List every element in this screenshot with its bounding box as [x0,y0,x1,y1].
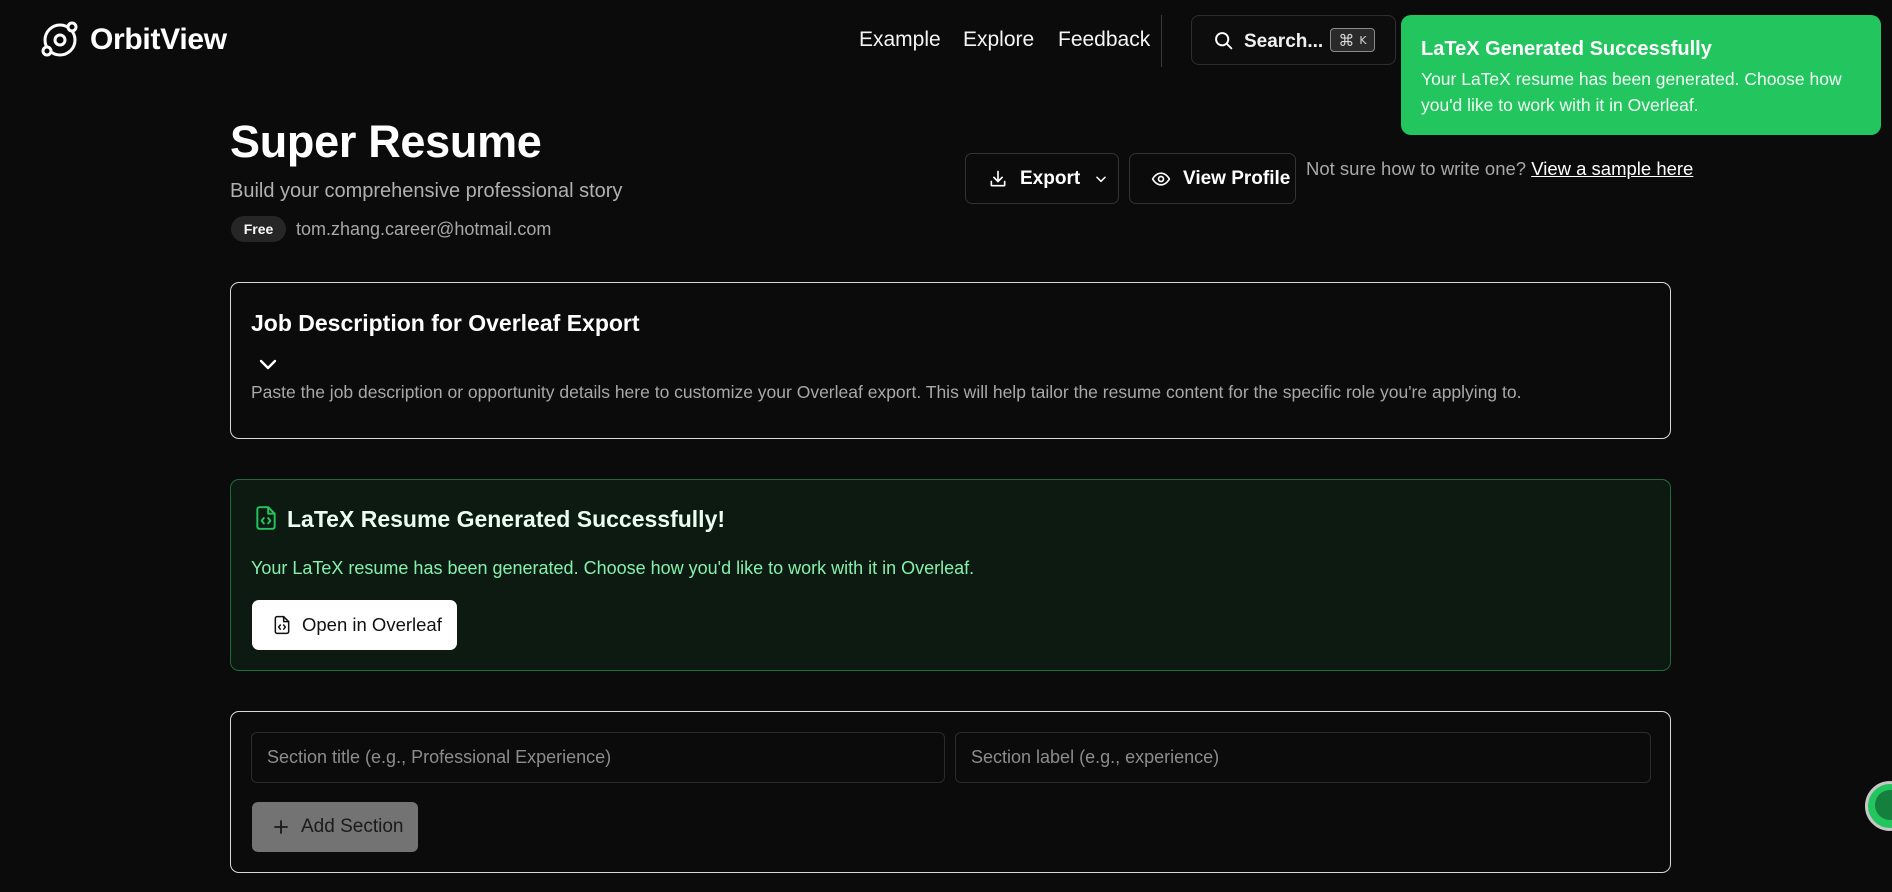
section-title-input[interactable] [251,732,945,783]
view-profile-label: View Profile [1183,167,1291,189]
add-section-button[interactable]: Add Section [252,802,418,852]
add-section-label: Add Section [301,816,404,837]
job-description-card: Job Description for Overleaf Export Past… [230,282,1671,439]
search-shortcut: ⌘ K [1330,28,1375,52]
chevron-down-icon [1096,175,1107,182]
page-subtitle: Build your comprehensive professional st… [230,180,623,202]
open-in-overleaf-button[interactable]: Open in Overleaf [252,600,457,650]
job-description-title: Job Description for Overleaf Export [251,310,640,336]
add-section-card: Add Section [230,711,1671,873]
search-icon [1215,32,1233,50]
sample-hint: Not sure how to write one? View a sample… [1306,158,1693,180]
plan-badge: Free [231,216,286,242]
file-code-icon [256,506,276,530]
chevron-down-icon[interactable] [256,353,280,377]
command-key-icon: ⌘ [1338,30,1355,50]
nav-example[interactable]: Example [859,28,941,52]
search-button[interactable]: Search... ⌘ K [1191,15,1396,65]
view-profile-button[interactable]: View Profile [1129,153,1296,204]
brand-logo[interactable]: OrbitView [40,20,227,60]
open-in-overleaf-label: Open in Overleaf [302,614,442,635]
user-email: tom.zhang.career@hotmail.com [296,219,552,239]
latex-success-message: Your LaTeX resume has been generated. Ch… [251,558,975,578]
success-toast[interactable]: LaTeX Generated Successfully Your LaTeX … [1401,15,1881,135]
file-code-icon [274,615,290,635]
job-description-help: Paste the job description or opportunity… [251,382,1522,402]
sample-prefix: Not sure how to write one? [1306,158,1527,179]
toast-title: LaTeX Generated Successfully [1421,38,1712,60]
search-label: Search... [1244,31,1324,52]
section-label-input[interactable] [955,732,1651,783]
nav-divider [1161,15,1162,67]
plus-icon [274,820,288,834]
brand-name: OrbitView [90,23,227,56]
latex-success-title: LaTeX Resume Generated Successfully! [287,506,726,532]
export-button[interactable]: Export [965,153,1119,204]
export-label: Export [1020,167,1081,189]
shortcut-key: K [1359,33,1367,47]
nav-feedback[interactable]: Feedback [1058,28,1150,52]
eye-icon [1151,171,1171,186]
toast-message: Your LaTeX resume has been generated. Ch… [1421,69,1842,115]
page: OrbitView Example Explore Feedback Searc… [0,0,1892,892]
view-sample-link[interactable]: View a sample here [1531,158,1693,179]
nav-explore[interactable]: Explore [963,28,1034,52]
latex-success-card: LaTeX Resume Generated Successfully! You… [230,479,1671,671]
orbit-logo-icon [41,21,78,57]
page-title: Super Resume [230,116,542,167]
download-icon [990,170,1006,186]
